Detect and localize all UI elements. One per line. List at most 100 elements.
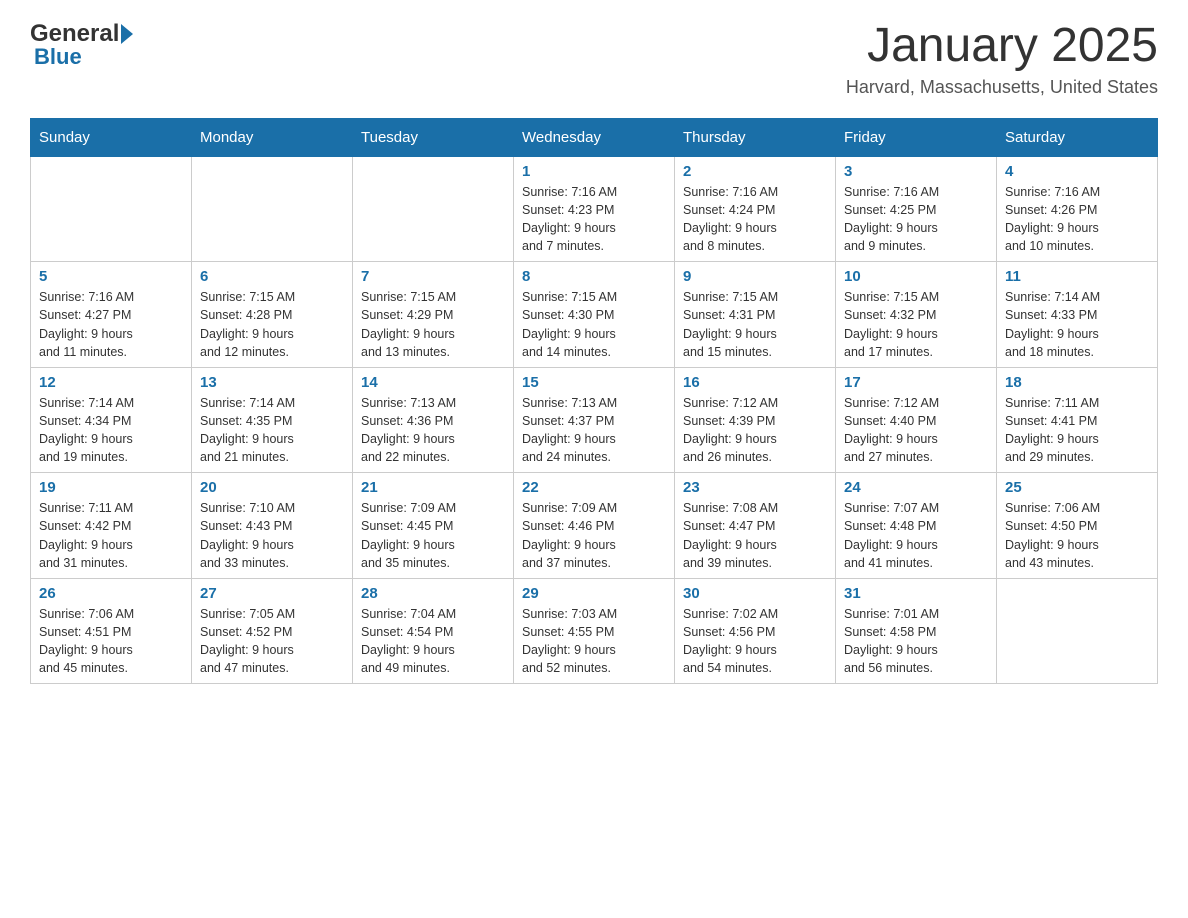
- page-header: General Blue January 2025 Harvard, Massa…: [30, 20, 1158, 98]
- day-info: Sunrise: 7:06 AMSunset: 4:50 PMDaylight:…: [1005, 499, 1149, 572]
- day-number: 12: [39, 374, 183, 391]
- calendar-cell: 28 Sunrise: 7:04 AMSunset: 4:54 PMDayligh…: [353, 578, 514, 684]
- day-info: Sunrise: 7:16 AMSunset: 4:23 PMDaylight:…: [522, 183, 666, 256]
- calendar-cell: 26 Sunrise: 7:06 AMSunset: 4:51 PMDayligh…: [31, 578, 192, 684]
- day-number: 7: [361, 268, 505, 285]
- day-info: Sunrise: 7:16 AMSunset: 4:27 PMDaylight:…: [39, 288, 183, 361]
- day-number: 22: [522, 479, 666, 496]
- day-info: Sunrise: 7:08 AMSunset: 4:47 PMDaylight:…: [683, 499, 827, 572]
- location-title: Harvard, Massachusetts, United States: [846, 77, 1158, 98]
- day-number: 26: [39, 585, 183, 602]
- calendar-cell: 30 Sunrise: 7:02 AMSunset: 4:56 PMDayligh…: [675, 578, 836, 684]
- week-row-1: 1 Sunrise: 7:16 AMSunset: 4:23 PMDaylight…: [31, 156, 1158, 262]
- day-number: 25: [1005, 479, 1149, 496]
- calendar-cell: 7 Sunrise: 7:15 AMSunset: 4:29 PMDaylight…: [353, 262, 514, 368]
- calendar-cell: 9 Sunrise: 7:15 AMSunset: 4:31 PMDaylight…: [675, 262, 836, 368]
- day-info: Sunrise: 7:15 AMSunset: 4:29 PMDaylight:…: [361, 288, 505, 361]
- day-number: 9: [683, 268, 827, 285]
- day-info: Sunrise: 7:09 AMSunset: 4:45 PMDaylight:…: [361, 499, 505, 572]
- day-info: Sunrise: 7:16 AMSunset: 4:25 PMDaylight:…: [844, 183, 988, 256]
- day-number: 16: [683, 374, 827, 391]
- day-number: 29: [522, 585, 666, 602]
- calendar-cell: 2Sunrise: 7:16 AMSunset: 4:24 PMDaylight…: [675, 156, 836, 262]
- day-number: 8: [522, 268, 666, 285]
- logo: General Blue: [30, 20, 135, 70]
- day-number: 31: [844, 585, 988, 602]
- day-number: 28: [361, 585, 505, 602]
- calendar-cell: [31, 156, 192, 262]
- calendar-cell: 16Sunrise: 7:12 AMSunset: 4:39 PMDayligh…: [675, 367, 836, 473]
- month-title: January 2025: [846, 20, 1158, 73]
- calendar-cell: 15 Sunrise: 7:13 AMSunset: 4:37 PMDayligh…: [514, 367, 675, 473]
- day-info: Sunrise: 7:01 AMSunset: 4:58 PMDaylight:…: [844, 605, 988, 678]
- day-info: Sunrise: 7:14 AMSunset: 4:33 PMDaylight:…: [1005, 288, 1149, 361]
- day-info: Sunrise: 7:13 AMSunset: 4:37 PMDaylight:…: [522, 394, 666, 467]
- week-row-5: 26 Sunrise: 7:06 AMSunset: 4:51 PMDayligh…: [31, 578, 1158, 684]
- calendar-cell: 31 Sunrise: 7:01 AMSunset: 4:58 PMDayligh…: [836, 578, 997, 684]
- calendar-cell: 5 Sunrise: 7:16 AMSunset: 4:27 PMDaylight…: [31, 262, 192, 368]
- day-number: 10: [844, 268, 988, 285]
- calendar-cell: 24 Sunrise: 7:07 AMSunset: 4:48 PMDayligh…: [836, 473, 997, 579]
- day-number: 19: [39, 479, 183, 496]
- day-info: Sunrise: 7:12 AMSunset: 4:40 PMDaylight:…: [844, 394, 988, 467]
- logo-blue-text: Blue: [34, 44, 135, 70]
- day-info: Sunrise: 7:14 AMSunset: 4:34 PMDaylight:…: [39, 394, 183, 467]
- day-info: Sunrise: 7:15 AMSunset: 4:32 PMDaylight:…: [844, 288, 988, 361]
- column-header-monday: Monday: [192, 118, 353, 156]
- column-header-thursday: Thursday: [675, 118, 836, 156]
- day-info: Sunrise: 7:02 AMSunset: 4:56 PMDaylight:…: [683, 605, 827, 678]
- day-number: 20: [200, 479, 344, 496]
- day-info: Sunrise: 7:16 AMSunset: 4:26 PMDaylight:…: [1005, 183, 1149, 256]
- title-section: January 2025 Harvard, Massachusetts, Uni…: [846, 20, 1158, 98]
- day-info: Sunrise: 7:15 AMSunset: 4:31 PMDaylight:…: [683, 288, 827, 361]
- calendar-cell: 14Sunrise: 7:13 AMSunset: 4:36 PMDayligh…: [353, 367, 514, 473]
- calendar-table: SundayMondayTuesdayWednesdayThursdayFrid…: [30, 118, 1158, 685]
- day-number: 24: [844, 479, 988, 496]
- calendar-cell: 18Sunrise: 7:11 AMSunset: 4:41 PMDayligh…: [997, 367, 1158, 473]
- day-number: 30: [683, 585, 827, 602]
- column-header-friday: Friday: [836, 118, 997, 156]
- calendar-cell: 20 Sunrise: 7:10 AMSunset: 4:43 PMDayligh…: [192, 473, 353, 579]
- calendar-cell: 11 Sunrise: 7:14 AMSunset: 4:33 PMDayligh…: [997, 262, 1158, 368]
- day-info: Sunrise: 7:07 AMSunset: 4:48 PMDaylight:…: [844, 499, 988, 572]
- calendar-cell: [192, 156, 353, 262]
- day-info: Sunrise: 7:03 AMSunset: 4:55 PMDaylight:…: [522, 605, 666, 678]
- calendar-cell: 13Sunrise: 7:14 AMSunset: 4:35 PMDayligh…: [192, 367, 353, 473]
- day-number: 1: [522, 163, 666, 180]
- day-number: 18: [1005, 374, 1149, 391]
- calendar-cell: 10 Sunrise: 7:15 AMSunset: 4:32 PMDayligh…: [836, 262, 997, 368]
- day-info: Sunrise: 7:13 AMSunset: 4:36 PMDaylight:…: [361, 394, 505, 467]
- day-info: Sunrise: 7:10 AMSunset: 4:43 PMDaylight:…: [200, 499, 344, 572]
- calendar-cell: 6 Sunrise: 7:15 AMSunset: 4:28 PMDaylight…: [192, 262, 353, 368]
- calendar-cell: 21 Sunrise: 7:09 AMSunset: 4:45 PMDayligh…: [353, 473, 514, 579]
- day-number: 15: [522, 374, 666, 391]
- day-number: 6: [200, 268, 344, 285]
- day-number: 21: [361, 479, 505, 496]
- day-info: Sunrise: 7:06 AMSunset: 4:51 PMDaylight:…: [39, 605, 183, 678]
- day-info: Sunrise: 7:04 AMSunset: 4:54 PMDaylight:…: [361, 605, 505, 678]
- day-number: 5: [39, 268, 183, 285]
- calendar-cell: 25 Sunrise: 7:06 AMSunset: 4:50 PMDayligh…: [997, 473, 1158, 579]
- day-info: Sunrise: 7:05 AMSunset: 4:52 PMDaylight:…: [200, 605, 344, 678]
- calendar-cell: 8 Sunrise: 7:15 AMSunset: 4:30 PMDaylight…: [514, 262, 675, 368]
- calendar-cell: 29 Sunrise: 7:03 AMSunset: 4:55 PMDayligh…: [514, 578, 675, 684]
- week-row-2: 5 Sunrise: 7:16 AMSunset: 4:27 PMDaylight…: [31, 262, 1158, 368]
- calendar-cell: 3 Sunrise: 7:16 AMSunset: 4:25 PMDaylight…: [836, 156, 997, 262]
- column-header-saturday: Saturday: [997, 118, 1158, 156]
- week-row-3: 12 Sunrise: 7:14 AMSunset: 4:34 PMDayligh…: [31, 367, 1158, 473]
- day-info: Sunrise: 7:16 AMSunset: 4:24 PMDaylight:…: [683, 183, 827, 256]
- column-header-tuesday: Tuesday: [353, 118, 514, 156]
- calendar-cell: 22Sunrise: 7:09 AMSunset: 4:46 PMDayligh…: [514, 473, 675, 579]
- calendar-cell: 1 Sunrise: 7:16 AMSunset: 4:23 PMDaylight…: [514, 156, 675, 262]
- calendar-cell: 19Sunrise: 7:11 AMSunset: 4:42 PMDayligh…: [31, 473, 192, 579]
- day-info: Sunrise: 7:15 AMSunset: 4:28 PMDaylight:…: [200, 288, 344, 361]
- calendar-cell: [997, 578, 1158, 684]
- day-number: 13: [200, 374, 344, 391]
- day-info: Sunrise: 7:15 AMSunset: 4:30 PMDaylight:…: [522, 288, 666, 361]
- day-number: 4: [1005, 163, 1149, 180]
- calendar-cell: 17Sunrise: 7:12 AMSunset: 4:40 PMDayligh…: [836, 367, 997, 473]
- day-number: 11: [1005, 268, 1149, 285]
- day-number: 3: [844, 163, 988, 180]
- day-number: 27: [200, 585, 344, 602]
- column-header-wednesday: Wednesday: [514, 118, 675, 156]
